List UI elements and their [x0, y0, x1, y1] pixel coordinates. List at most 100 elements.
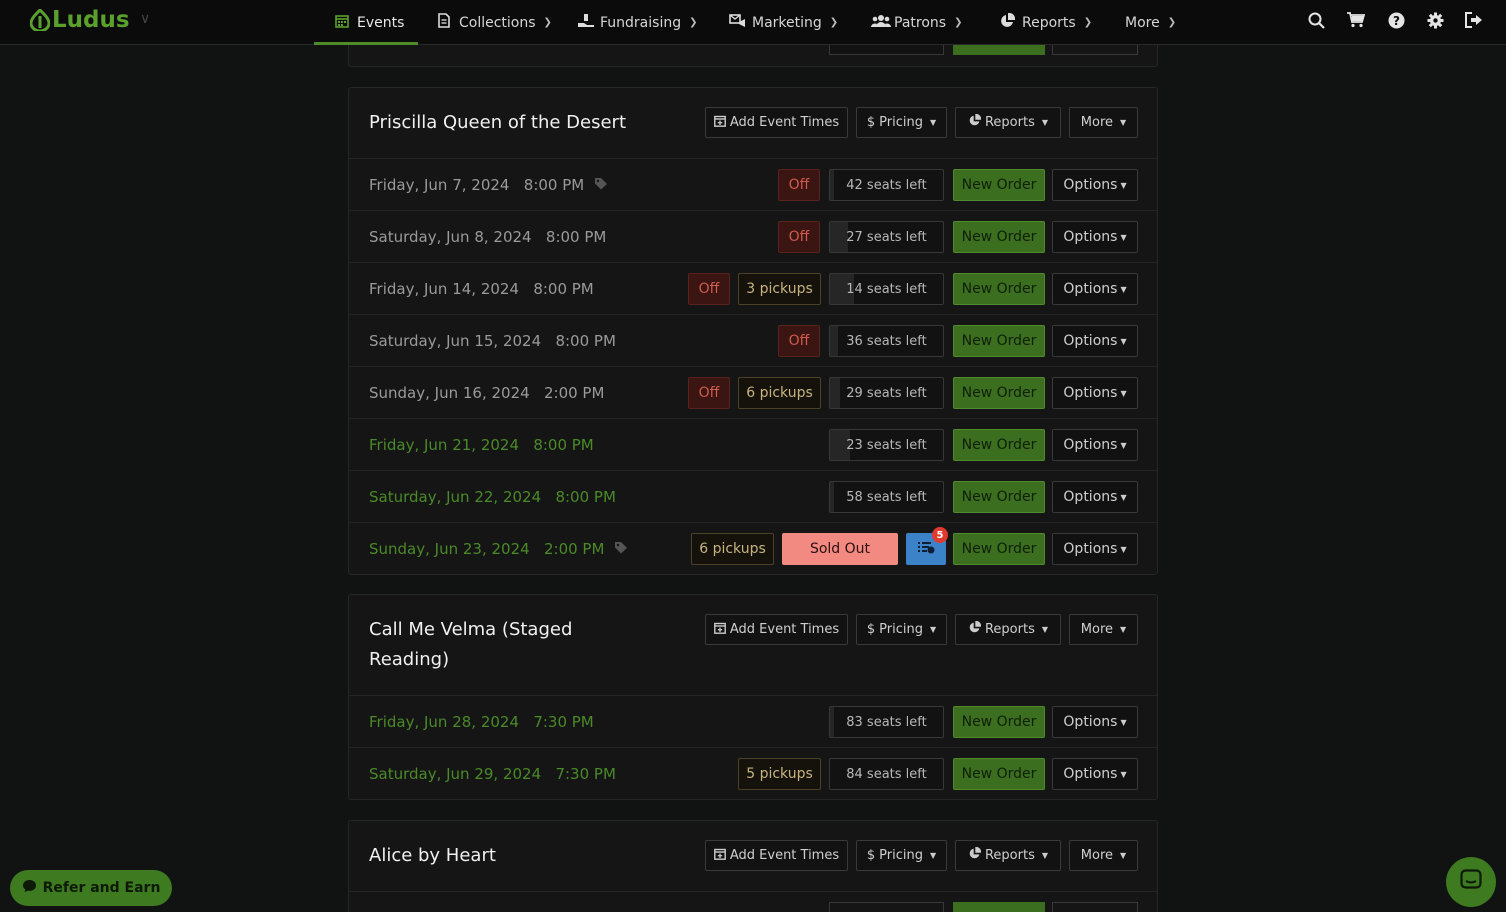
performance-datetime[interactable]: Sunday, Jun 16, 2024 2:00 PM	[369, 367, 604, 419]
caret-down-icon: ▼	[1120, 851, 1127, 860]
options-dropdown[interactable]: Options ▼	[1052, 221, 1138, 253]
event-title-line-2: Reading)	[369, 649, 450, 670]
nav-fundraising[interactable]: Fundraising ❯	[577, 0, 697, 45]
document-icon	[436, 13, 452, 32]
performance-datetime[interactable]: Sunday, Jun 23, 2024 2:00 PM	[369, 523, 628, 575]
options-dropdown[interactable]: Options ▼	[1052, 325, 1138, 357]
nav-collections[interactable]: Collections ❯	[436, 0, 552, 45]
nav-marketing[interactable]: Marketing ❯	[729, 0, 838, 45]
new-order-button-partial[interactable]	[953, 902, 1045, 912]
refer-and-earn-label: Refer and Earn	[42, 880, 161, 896]
options-dropdown[interactable]: Options ▼	[1052, 758, 1138, 790]
pickups-button[interactable]: 3 pickups	[738, 273, 821, 305]
performance-datetime[interactable]: Saturday, Jun 29, 2024 7:30 PM	[369, 748, 616, 800]
options-dropdown[interactable]: Options ▼	[1052, 706, 1138, 738]
off-sale-button[interactable]: Off	[688, 273, 730, 305]
new-order-button[interactable]: New Order	[953, 221, 1045, 253]
options-button-partial[interactable]	[1052, 902, 1138, 912]
nav-reports[interactable]: Reports ❯	[999, 0, 1092, 45]
add-event-times-button[interactable]: Add Event Times	[705, 614, 848, 645]
off-sale-button[interactable]: Off	[688, 377, 730, 409]
performance-datetime[interactable]: Friday, Jun 21, 2024 8:00 PM	[369, 419, 594, 471]
more-dropdown[interactable]: More ▼	[1069, 840, 1138, 871]
seats-left-button[interactable]: 84 seats left	[829, 758, 944, 790]
nav-events[interactable]: Events	[334, 0, 404, 45]
event-title[interactable]: Alice by Heart	[369, 841, 496, 871]
options-dropdown[interactable]: Options ▼	[1052, 273, 1138, 305]
performance-datetime[interactable]: Saturday, Jun 8, 2024 8:00 PM	[369, 211, 606, 263]
new-order-button[interactable]: New Order	[953, 429, 1045, 461]
seats-left-button[interactable]: 36 seats left	[829, 325, 944, 357]
seats-left-button[interactable]: 83 seats left	[829, 706, 944, 738]
pricing-dropdown[interactable]: $ Pricing ▼	[856, 614, 947, 645]
new-order-button[interactable]: New Order	[953, 325, 1045, 357]
seats-left-button[interactable]: 23 seats left	[829, 429, 944, 461]
add-event-times-button[interactable]: Add Event Times	[705, 107, 848, 138]
help-icon[interactable]: ?	[1386, 10, 1406, 30]
new-order-button[interactable]: New Order	[953, 273, 1045, 305]
new-order-button[interactable]: New Order	[953, 706, 1045, 738]
performance-datetime[interactable]: Friday, Jun 14, 2024 8:00 PM	[369, 263, 594, 315]
pickups-button[interactable]: 5 pickups	[738, 758, 821, 790]
logo-text: Ludus	[52, 7, 130, 33]
chevron-down-icon: ❯	[1083, 17, 1093, 28]
seats-left-button-partial[interactable]	[829, 902, 944, 912]
more-dropdown[interactable]: More ▼	[1069, 107, 1138, 138]
seats-left-button[interactable]: 58 seats left	[829, 481, 944, 513]
reports-dropdown[interactable]: Reports ▼	[955, 107, 1061, 138]
more-dropdown[interactable]: More ▼	[1069, 614, 1138, 645]
performance-datetime[interactable]: Friday, Jun 7, 2024 8:00 PM	[369, 159, 608, 211]
more-label: More	[1080, 622, 1114, 637]
add-event-times-button[interactable]: Add Event Times	[705, 840, 848, 871]
options-dropdown[interactable]: Options ▼	[1052, 169, 1138, 201]
pricing-dropdown[interactable]: $ Pricing ▼	[856, 107, 947, 138]
org-switch-chevron-icon[interactable]: ∨	[140, 11, 150, 27]
search-icon[interactable]	[1306, 10, 1326, 30]
sold-out-button[interactable]: Sold Out	[782, 533, 898, 565]
pricing-label: Pricing	[879, 622, 923, 637]
new-order-button[interactable]: New Order	[953, 481, 1045, 513]
cart-icon[interactable]	[1346, 10, 1366, 30]
pickups-button[interactable]: 6 pickups	[738, 377, 821, 409]
pricing-dropdown[interactable]: $ Pricing ▼	[856, 840, 947, 871]
new-order-button[interactable]: New Order	[953, 377, 1045, 409]
reports-dropdown[interactable]: Reports ▼	[955, 840, 1061, 871]
off-sale-button[interactable]: Off	[778, 325, 820, 357]
seats-left-button[interactable]: 29 seats left	[829, 377, 944, 409]
event-title[interactable]: Priscilla Queen of the Desert	[369, 108, 626, 138]
chat-widget-button[interactable]	[1446, 857, 1496, 907]
off-sale-button[interactable]: Off	[778, 221, 820, 253]
performance-datetime[interactable]: Saturday, Jun 22, 2024 8:00 PM	[369, 471, 616, 523]
refer-and-earn-button[interactable]: Refer and Earn	[10, 870, 172, 906]
performance-datetime[interactable]: Saturday, Jun 15, 2024 8:00 PM	[369, 315, 616, 367]
options-dropdown[interactable]: Options ▼	[1052, 429, 1138, 461]
caret-down-icon: ▼	[1120, 717, 1127, 727]
performance-datetime[interactable]: Friday, Jun 28, 2024 7:30 PM	[369, 696, 594, 748]
new-order-button[interactable]: New Order	[953, 169, 1045, 201]
caret-down-icon: ▼	[1120, 492, 1127, 502]
options-dropdown[interactable]: Options ▼	[1052, 533, 1138, 565]
logout-icon[interactable]	[1464, 10, 1484, 30]
off-sale-button[interactable]: Off	[778, 169, 820, 201]
new-order-button[interactable]: New Order	[953, 758, 1045, 790]
pickups-button[interactable]: 6 pickups	[691, 533, 774, 565]
nav-more[interactable]: More ❯	[1125, 0, 1176, 45]
nav-patrons-label: Patrons	[894, 14, 947, 31]
gear-icon[interactable]	[1425, 10, 1445, 30]
reports-dropdown[interactable]: Reports ▼	[955, 614, 1061, 645]
chevron-down-icon: ❯	[543, 17, 552, 28]
event-title[interactable]: Call Me Velma (Staged Reading)	[369, 615, 572, 675]
options-dropdown[interactable]: Options ▼	[1052, 377, 1138, 409]
performance-row: Sunday, Jun 16, 2024 2:00 PM Off 6 picku…	[349, 367, 1157, 419]
waitlist-count-badge: 5	[932, 527, 948, 543]
options-dropdown[interactable]: Options ▼	[1052, 481, 1138, 513]
performance-row: Friday, Jun 7, 2024 8:00 PM Off 42 seats…	[349, 159, 1157, 211]
nav-patrons[interactable]: Patrons ❯	[871, 0, 962, 45]
reports-label: Reports	[984, 622, 1035, 637]
seats-left-button[interactable]: 42 seats left	[829, 169, 944, 201]
new-order-button[interactable]: New Order	[953, 533, 1045, 565]
ludus-logo[interactable]: Ludus	[30, 6, 130, 34]
caret-down-icon: ▼	[1120, 232, 1127, 242]
seats-left-button[interactable]: 14 seats left	[829, 273, 944, 305]
seats-left-button[interactable]: 27 seats left	[829, 221, 944, 253]
